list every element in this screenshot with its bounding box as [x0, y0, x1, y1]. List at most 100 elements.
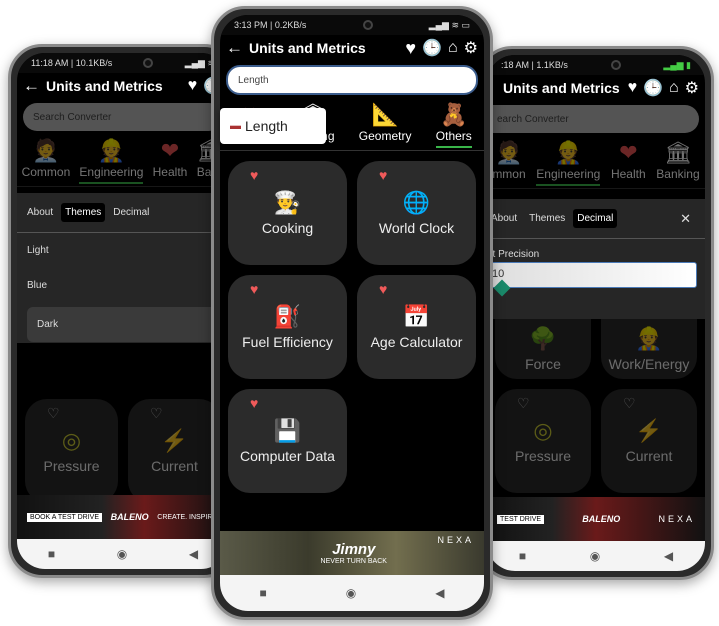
ad-banner[interactable]: Jimny NEVER TURN BACK NEXA — [220, 531, 484, 575]
card-pressure[interactable]: ♡ ◎ Pressure — [25, 399, 118, 503]
ad-cta[interactable]: TEST DRIVE — [497, 514, 545, 524]
settings-tabs: About Themes Decimal ✕ — [487, 199, 705, 239]
app-bar: ← Units and Metrics ♥ 🕒 ⌂ ⚙ — [220, 35, 484, 61]
favorites-heart-icon[interactable]: ♥ — [405, 38, 416, 59]
signal-icons: ▂▄▆ ≋ ▭ — [428, 19, 470, 30]
tab-label: mmon — [492, 167, 526, 181]
card-label: Pressure — [514, 448, 572, 464]
precision-input[interactable]: 10 — [487, 262, 697, 297]
ad-brand: NEXA — [437, 535, 474, 545]
ad-text: Jimny NEVER TURN BACK — [321, 541, 387, 565]
camera — [143, 58, 154, 68]
history-icon[interactable]: 🕒 — [643, 78, 663, 98]
recents-button[interactable]: ■ — [48, 547, 55, 561]
tab-about[interactable]: About — [23, 203, 57, 222]
favorites-heart-icon[interactable]: ♥ — [188, 77, 198, 95]
heart-icon[interactable]: ♥ — [250, 167, 258, 183]
close-icon[interactable]: ✕ — [680, 211, 691, 227]
health-icon: ❤ — [160, 138, 180, 163]
tab-decimal[interactable]: Decimal — [109, 203, 153, 222]
tab-decimal[interactable]: Decimal — [573, 209, 618, 228]
cursor-handle[interactable] — [493, 279, 511, 297]
card-age-calculator[interactable]: ♥ 📅 Age Calculator — [357, 275, 476, 379]
heart-icon[interactable]: ♥ — [379, 167, 387, 183]
favorites-heart-icon[interactable]: ♥ — [628, 79, 638, 97]
card-label: World Clock — [378, 220, 455, 236]
tab-others[interactable]: 🧸 Others — [435, 101, 472, 148]
back-arrow-icon[interactable]: ← — [23, 76, 40, 96]
center-phone: 3:13 PM | 0.2KB/s ▂▄▆ ≋ ▭ ← Units and Met… — [211, 6, 493, 620]
tab-engineering[interactable]: 👷 Engineering — [536, 139, 601, 186]
back-button[interactable]: ◀ — [664, 549, 673, 563]
settings-tabs: About Themes Decimal — [17, 193, 229, 233]
heart-icon[interactable]: ♥ — [250, 395, 258, 411]
status-bar: 3:13 PM | 0.2KB/s ▂▄▆ ≋ ▭ — [220, 15, 484, 35]
status-bar: 11:18 AM | 10.1KB/s ▂▄▆ ≋ — [17, 53, 229, 73]
home-button[interactable]: ◉ — [346, 586, 356, 600]
heart-icon[interactable]: ♥ — [379, 281, 387, 297]
recents-button[interactable]: ■ — [260, 586, 267, 600]
recents-button[interactable]: ■ — [519, 549, 526, 563]
home-button[interactable]: ◉ — [117, 547, 127, 561]
current-icon: ⚡ — [635, 418, 663, 443]
home-icon[interactable]: ⌂ — [448, 39, 458, 57]
card-current[interactable]: ♡ ⚡ Current — [128, 399, 221, 503]
history-icon[interactable]: 🕒 — [422, 38, 442, 58]
tab-themes[interactable]: Themes — [61, 203, 106, 222]
theme-option-light[interactable]: Light — [17, 233, 229, 268]
card-label: Current — [625, 448, 673, 464]
heart-outline-icon[interactable]: ♡ — [150, 405, 163, 422]
ad-banner[interactable]: TEST DRIVE BALENO NEXA — [487, 497, 705, 541]
heart-icon[interactable]: ♥ — [250, 281, 258, 297]
category-tabs: 🧑‍💼 mmon 👷 Engineering ❤ Health 🏛 Banking — [487, 137, 705, 189]
nav-bar: ■ ◉ ◀ — [220, 575, 484, 611]
card-label: Work/Energy — [608, 356, 690, 372]
back-button[interactable]: ◀ — [435, 586, 444, 600]
tab-banking[interactable]: 🏛 Banking — [656, 139, 699, 186]
database-icon: 💾 — [273, 418, 302, 443]
settings-panel: About Themes Decimal ✕ et Precision 10 — [487, 199, 705, 319]
heart-outline-icon[interactable]: ♡ — [623, 395, 636, 412]
home-button[interactable]: ◉ — [590, 549, 600, 563]
ad-banner[interactable]: BOOK A TEST DRIVE BALENO CREATE. INSPIRE. — [17, 495, 229, 539]
card-fuel-efficiency[interactable]: ♥ ⛽ Fuel Efficiency — [228, 275, 347, 379]
tab-label: Banking — [656, 167, 700, 181]
card-label: Fuel Efficiency — [242, 334, 333, 350]
tab-engineering[interactable]: 👷 Engineering — [79, 137, 144, 184]
search-input[interactable]: earch Converter — [487, 105, 699, 133]
tab-common[interactable]: 🧑‍💼 Common — [22, 137, 71, 184]
settings-icon[interactable]: ⚙ — [685, 78, 699, 98]
theme-option-dark[interactable]: Dark — [27, 307, 219, 342]
card-work-energy[interactable]: 👷 Work/Energy — [601, 319, 697, 379]
back-button[interactable]: ◀ — [189, 547, 198, 561]
calendar-icon: 📅 — [402, 304, 431, 329]
heart-outline-icon[interactable]: ♡ — [517, 395, 530, 412]
tab-themes[interactable]: Themes — [525, 209, 569, 228]
status-bar: :18 AM | 1.1KB/s ▂▄▆ ▮ — [487, 55, 705, 75]
theme-option-blue[interactable]: Blue — [17, 268, 229, 303]
tab-common[interactable]: 🧑‍💼 mmon — [492, 139, 525, 186]
autocomplete-suggestion[interactable]: ▬ Length — [220, 108, 326, 144]
search-input[interactable]: Length — [226, 65, 478, 95]
ad-model: BALENO — [110, 512, 149, 522]
card-current[interactable]: ♡ ⚡ Current — [601, 389, 697, 493]
ad-model: Jimny — [332, 541, 376, 558]
settings-icon[interactable]: ⚙ — [464, 38, 478, 58]
heart-outline-icon[interactable]: ♡ — [47, 405, 60, 422]
card-force[interactable]: 🌳 Force — [495, 319, 591, 379]
tab-health[interactable]: ❤ Health — [611, 139, 646, 186]
card-world-clock[interactable]: ♥ 🌐 World Clock — [357, 161, 476, 265]
card-cooking[interactable]: ♥ 👨‍🍳 Cooking — [228, 161, 347, 265]
converter-grid: ♥ 👨‍🍳 Cooking ♥ 🌐 World Clock ♥ ⛽ Fuel Efficie… — [220, 151, 484, 503]
force-icon: 🌳 — [529, 326, 557, 351]
tab-health[interactable]: ❤ Health — [153, 137, 188, 184]
right-screen: :18 AM | 1.1KB/s ▂▄▆ ▮ Units and Metrics … — [487, 55, 705, 571]
card-pressure[interactable]: ♡ ◎ Pressure — [495, 389, 591, 493]
card-computer-data[interactable]: ♥ 💾 Computer Data — [228, 389, 347, 493]
search-input[interactable]: Search Converter — [23, 103, 223, 131]
suggestion-label: Length — [245, 118, 288, 134]
tab-geometry[interactable]: 📐 Geometry — [359, 101, 412, 148]
ad-cta[interactable]: BOOK A TEST DRIVE — [27, 512, 102, 522]
home-icon[interactable]: ⌂ — [669, 79, 679, 97]
back-arrow-icon[interactable]: ← — [226, 38, 243, 58]
